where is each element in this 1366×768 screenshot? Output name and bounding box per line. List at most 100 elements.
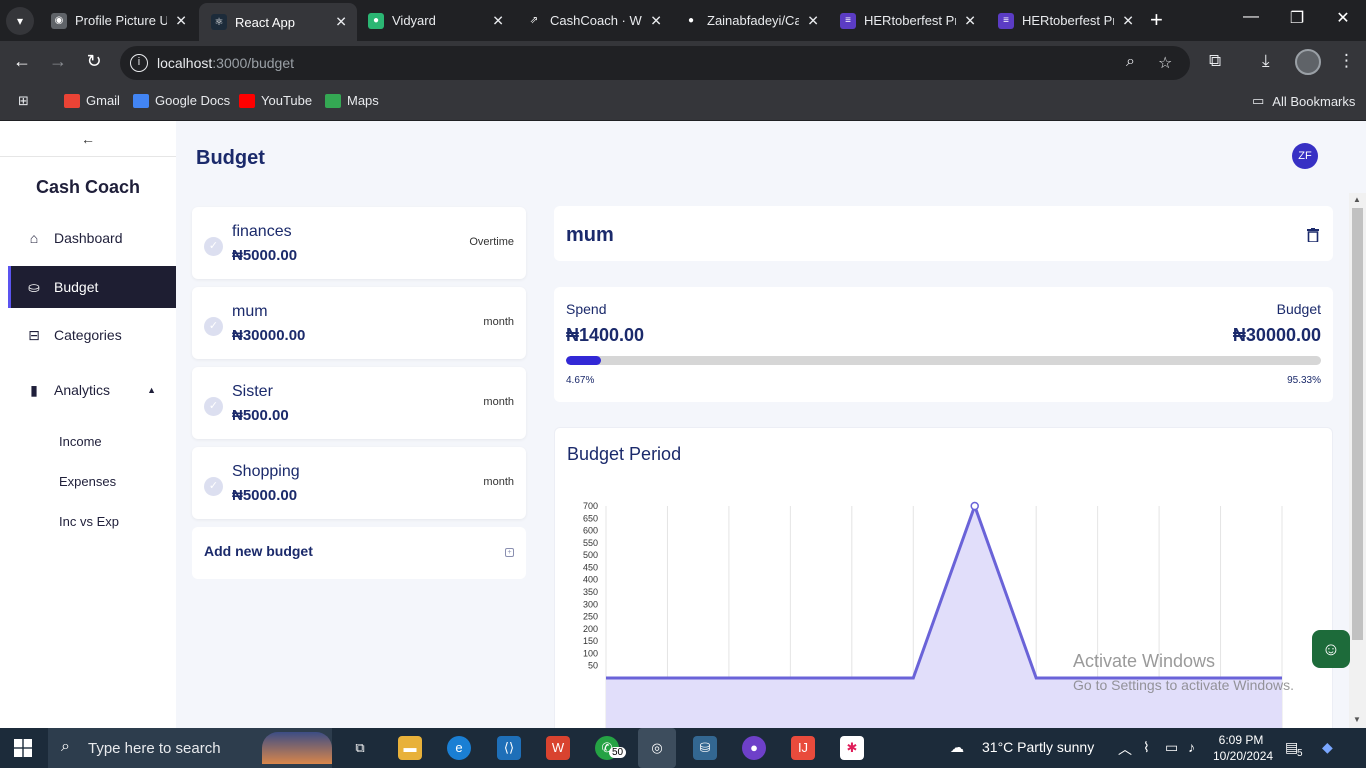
weather-text[interactable]: 31°C Partly sunny [982,739,1094,755]
browser-tab[interactable]: ◉ Profile Picture U ✕ [39,5,197,36]
back-button[interactable]: ← [10,51,34,72]
bookmark-youtube[interactable]: YouTube [239,93,312,108]
collapse-sidebar-button[interactable]: ← [0,121,176,157]
sidebar-item-categories[interactable]: ⊟ Categories [8,314,176,356]
budget-name: Shopping [232,463,300,480]
budget-name: mum [232,303,268,320]
budget-card[interactable]: ✓ mum ₦30000.00 month [192,287,526,359]
sidebar-item-analytics[interactable]: ▮ Analytics ▲ [8,369,176,411]
bookmark-google-docs[interactable]: Google Docs [133,93,230,108]
cash-coach-app: ← Cash Coach ⌂ Dashboard ⛀ Budget ⊟ Cate… [0,121,1366,728]
download-icon[interactable]: ⤓ [1262,51,1270,71]
extensions-icon[interactable]: ⧉ [1209,51,1221,71]
slack-icon[interactable]: ✱ [840,736,864,760]
bookmark-star-icon[interactable]: ☆ [1158,53,1172,73]
budget-name: finances [232,223,292,240]
battery-icon[interactable]: ▭ [1165,739,1178,756]
y-tick-label: 100 [583,648,598,658]
budget-card[interactable]: ✓ Sister ₦500.00 month [192,367,526,439]
browser-tab[interactable]: ≡ HERtoberfest Pr ✕ [986,5,1144,36]
system-clock[interactable]: 6:09 PM 10/20/2024 [1213,732,1273,764]
browser-tab[interactable]: ≡ HERtoberfest Pr ✕ [828,5,986,36]
vscode-icon[interactable]: ⟨⟩ [497,736,521,760]
bookmark-gmail[interactable]: Gmail [64,93,120,108]
taskbar-search[interactable]: ⌕ Type here to search [48,728,332,768]
apps-grid-icon[interactable]: ⊞ [18,93,29,109]
profile-avatar[interactable] [1295,49,1321,75]
chatbot-icon[interactable]: ☺ [1312,630,1350,668]
sidebar-subitem-expenses[interactable]: Expenses [59,474,116,489]
check-circle-icon: ✓ [204,237,223,256]
task-view-icon[interactable]: ⧉ [348,736,372,760]
user-avatar[interactable]: ZF [1292,143,1318,169]
tab-search-button[interactable]: ▾ [6,7,34,35]
chrome-icon[interactable]: ◎ [638,728,676,768]
close-tab-icon[interactable]: ✕ [1122,12,1134,29]
sidebar-subitem-income[interactable]: Income [59,434,102,449]
y-tick-label: 300 [583,599,598,609]
sidebar-item-budget[interactable]: ⛀ Budget [8,266,176,308]
y-tick-label: 400 [583,575,598,585]
edge-icon[interactable]: e [447,736,471,760]
sidebar-item-label: Dashboard [54,230,123,246]
page-scrollbar[interactable]: ▲ ▼ [1349,193,1366,728]
site-info-icon[interactable]: i [130,54,148,72]
close-tab-icon[interactable]: ✕ [492,12,504,29]
reload-button[interactable]: ↻ [82,51,106,72]
browser-toolbar: ← → ↻ i localhost:3000/budget ⌕ ☆ ⧉ ⤓ ⋮ [0,41,1366,85]
windows-start-icon[interactable] [14,739,32,757]
sidebar-subitem-inc-vs-exp[interactable]: Inc vs Exp [59,514,119,529]
all-bookmarks-label: All Bookmarks [1272,93,1356,109]
forward-button[interactable]: → [46,51,70,72]
close-tab-icon[interactable]: ✕ [175,12,187,29]
wps-office-icon[interactable]: W [546,736,570,760]
folder-icon: ▭ [1252,93,1265,108]
budget-period: month [483,396,514,408]
y-tick-label: 150 [583,636,598,646]
add-budget-button[interactable]: Add new budget + [192,527,526,579]
close-tab-icon[interactable]: ✕ [650,12,662,29]
close-tab-icon[interactable]: ✕ [807,12,819,29]
browser-tab[interactable]: ⇗ CashCoach · We ✕ [514,5,672,36]
tray-chevron-icon[interactable]: ︿ [1118,739,1132,759]
minimize-button[interactable]: — [1228,8,1274,26]
github-desktop-icon[interactable]: ● [742,736,766,760]
budget-card[interactable]: ✓ Shopping ₦5000.00 month [192,447,526,519]
postgresql-icon[interactable]: ⛁ [693,736,717,760]
zoom-icon[interactable]: ⌕ [1126,53,1135,71]
sidebar: ← Cash Coach ⌂ Dashboard ⛀ Budget ⊟ Cate… [0,121,176,728]
scrollbar-thumb[interactable] [1352,208,1363,640]
weather-icon[interactable]: ☁ [950,739,964,756]
browser-tab[interactable]: ⚛ React App ✕ [199,3,357,41]
close-tab-icon[interactable]: ✕ [335,14,347,31]
url-path: :3000/budget [212,55,295,71]
scroll-up-icon[interactable]: ▲ [1353,195,1361,204]
check-circle-icon: ✓ [204,477,223,496]
browser-tab[interactable]: ● Vidyard ✕ [356,5,514,36]
file-explorer-icon[interactable]: ▬ [398,736,422,760]
watermark-line1: Activate Windows [1073,651,1216,671]
remaining-percent: 95.33% [1287,375,1321,386]
bookmark-label: YouTube [261,93,313,108]
close-tab-icon[interactable]: ✕ [964,12,976,29]
intellij-icon[interactable]: IJ [791,736,815,760]
check-circle-icon: ✓ [204,397,223,416]
bookmark-maps[interactable]: Maps [325,93,379,108]
close-window-button[interactable]: ✕ [1320,8,1366,28]
scroll-down-icon[interactable]: ▼ [1353,715,1361,724]
browser-tab[interactable]: ● Zainabfadeyi/Ca ✕ [671,5,829,36]
address-bar[interactable]: i localhost:3000/budget ⌕ ☆ [120,46,1190,80]
copilot-icon[interactable]: ◆ [1322,739,1333,756]
tab-favicon-icon: ⇗ [526,12,542,29]
budget-card[interactable]: ✓ finances ₦5000.00 Overtime [192,207,526,279]
more-menu-icon[interactable]: ⋮ [1338,51,1355,71]
url-text[interactable]: localhost:3000/budget [157,55,294,71]
wifi-icon[interactable]: ⌇ [1143,739,1150,756]
new-tab-button[interactable]: + [1150,8,1163,32]
clock-time: 6:09 PM [1218,733,1264,747]
sidebar-item-dashboard[interactable]: ⌂ Dashboard [8,217,176,259]
restore-button[interactable]: ❐ [1274,8,1320,28]
all-bookmarks-folder[interactable]: ▭ All Bookmarks [1252,93,1355,109]
trash-icon[interactable] [1307,228,1319,242]
volume-icon[interactable]: ♪ [1188,739,1195,755]
